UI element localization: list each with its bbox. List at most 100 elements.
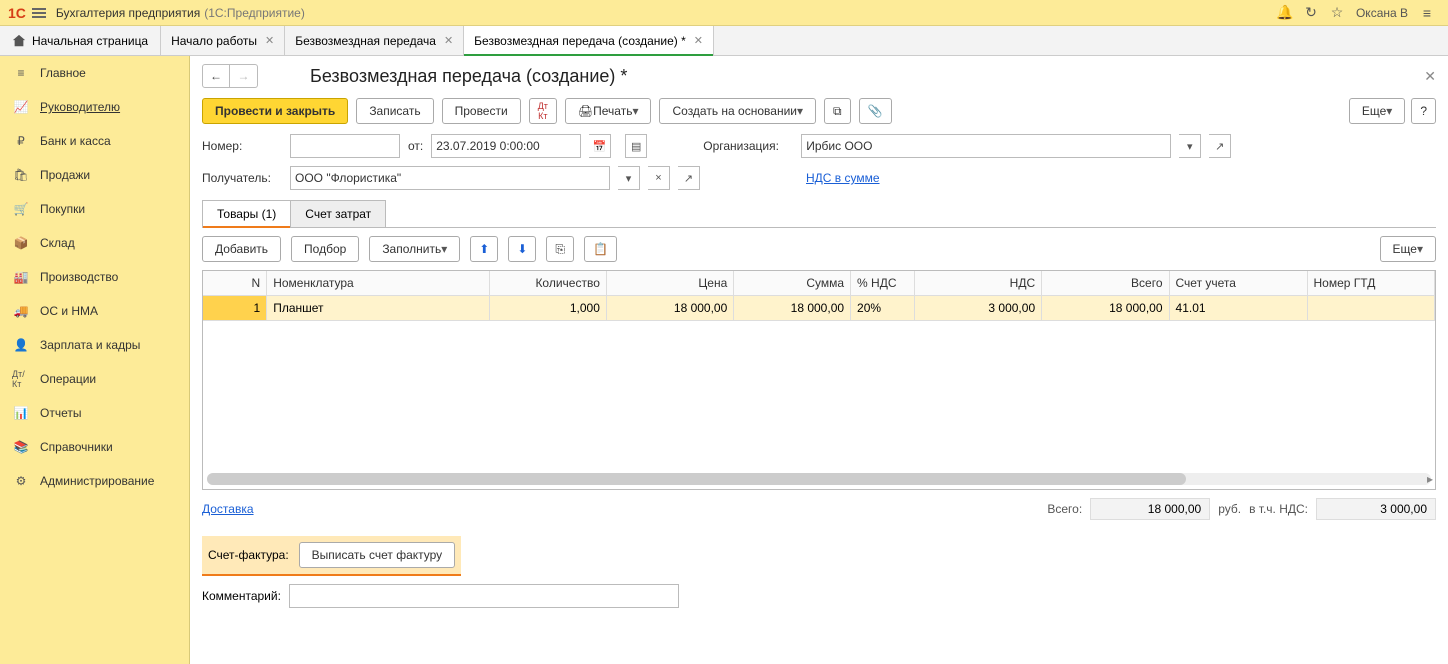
cell-sum[interactable]: 18 000,00 [734,296,851,321]
sidebar-item-main[interactable]: ≡Главное [0,56,189,90]
help-button[interactable]: ? [1411,98,1436,124]
vat-mode-link[interactable]: НДС в сумме [806,171,880,185]
tab-transfer[interactable]: Безвозмездная передача✕ [285,26,464,55]
nav-forward-button[interactable]: → [230,64,258,88]
sidebar-item-reports[interactable]: 📊Отчеты [0,396,189,430]
burger-icon[interactable] [32,8,46,18]
print-button[interactable]: 🖨 Печать [565,98,652,124]
sidebar-item-salary[interactable]: 👤Зарплата и кадры [0,328,189,362]
sidebar-item-bank[interactable]: ₽Банк и касса [0,124,189,158]
sidebar-item-operations[interactable]: Дт/КтОперации [0,362,189,396]
col-account[interactable]: Счет учета [1169,271,1307,296]
subtab-goods[interactable]: Товары (1) [202,200,291,227]
close-icon[interactable]: ✕ [694,34,703,47]
menu-icon: ≡ [12,65,30,81]
cell-gtd[interactable] [1307,296,1434,321]
dropdown-icon[interactable]: ▾ [618,166,640,190]
recipient-input[interactable]: ООО "Флористика" [290,166,610,190]
save-button[interactable]: Записать [356,98,433,124]
invoice-section: Счет-фактура: Выписать счет фактуру [202,536,461,576]
dtkt-button[interactable]: ДтКт [529,98,557,124]
star-icon[interactable]: ☆ [1328,4,1346,22]
col-total[interactable]: Всего [1042,271,1169,296]
table-more-button[interactable]: Еще [1380,236,1436,262]
date-input[interactable]: 23.07.2019 0:00:00 [431,134,581,158]
sidebar-item-purchases[interactable]: 🛒Покупки [0,192,189,226]
close-page-icon[interactable]: ✕ [1424,68,1436,85]
factory-icon: 🏭 [12,269,30,285]
org-input[interactable]: Ирбис ООО [801,134,1171,158]
sidebar-item-manager[interactable]: 📈Руководителю [0,90,189,124]
comment-input[interactable] [289,584,679,608]
col-gtd[interactable]: Номер ГТД [1307,271,1434,296]
attach-button[interactable]: 📎 [859,98,892,124]
fill-button[interactable]: Заполнить [369,236,460,262]
open-icon[interactable]: ↗ [1209,134,1231,158]
clear-icon[interactable]: × [648,166,670,190]
select-button[interactable]: Подбор [291,236,359,262]
cell-vat[interactable]: 3 000,00 [914,296,1041,321]
close-icon[interactable]: ✕ [444,34,453,47]
delivery-link[interactable]: Доставка [202,502,254,516]
tab-start[interactable]: Начало работы✕ [161,26,285,55]
tab-transfer-create[interactable]: Безвозмездная передача (создание) *✕ [464,26,714,55]
total-value: 18 000,00 [1090,498,1210,520]
number-input[interactable] [290,134,400,158]
history-icon[interactable]: ↻ [1302,4,1320,22]
cell-vatpct[interactable]: 20% [851,296,915,321]
doc-icon[interactable]: ▤ [625,134,647,158]
subtab-costs[interactable]: Счет затрат [290,200,386,227]
table-row[interactable]: 1 Планшет 1,000 18 000,00 18 000,00 20% … [203,296,1435,321]
cell-total[interactable]: 18 000,00 [1042,296,1169,321]
bars-icon: 📊 [12,405,30,421]
cell-qty[interactable]: 1,000 [490,296,607,321]
tab-home[interactable]: Начальная страница [0,26,161,55]
post-button[interactable]: Провести [442,98,521,124]
col-qty[interactable]: Количество [490,271,607,296]
write-invoice-button[interactable]: Выписать счет фактуру [299,542,456,568]
paste-button[interactable]: 📋 [584,236,617,262]
post-and-close-button[interactable]: Провести и закрыть [202,98,348,124]
col-nomen[interactable]: Номенклатура [267,271,490,296]
app-title: Бухгалтерия предприятия [56,6,200,20]
col-price[interactable]: Цена [606,271,733,296]
dtkt-icon: Дт/Кт [12,371,30,387]
col-vatpct[interactable]: % НДС [851,271,915,296]
recipient-label: Получатель: [202,171,282,185]
sidebar-item-refs[interactable]: 📚Справочники [0,430,189,464]
settings-icon[interactable]: ≡ [1418,4,1436,22]
structure-button[interactable]: ⧉ [824,98,851,124]
sidebar-item-assets[interactable]: 🚚ОС и НМА [0,294,189,328]
nav-back-button[interactable]: ← [202,64,230,88]
logo-1c: 1C [8,5,26,21]
cell-n[interactable]: 1 [203,296,267,321]
cell-account[interactable]: 41.01 [1169,296,1307,321]
calendar-icon[interactable]: 📅 [589,134,611,158]
sidebar-item-production[interactable]: 🏭Производство [0,260,189,294]
col-vat[interactable]: НДС [914,271,1041,296]
more-button[interactable]: Еще [1349,98,1405,124]
horizontal-scrollbar[interactable]: ▸ [207,473,1431,485]
sidebar-item-sales[interactable]: 🛍Продажи [0,158,189,192]
ruble-icon: ₽ [12,133,30,149]
book-icon: 📚 [12,439,30,455]
bell-icon[interactable]: 🔔 [1276,4,1294,22]
col-sum[interactable]: Сумма [734,271,851,296]
add-row-button[interactable]: Добавить [202,236,281,262]
username[interactable]: Оксана В [1356,6,1408,20]
dropdown-icon[interactable]: ▾ [1179,134,1201,158]
move-down-button[interactable]: ⬇ [508,236,536,262]
cell-nomen[interactable]: Планшет [267,296,490,321]
chart-icon: 📈 [12,99,30,115]
sidebar-item-warehouse[interactable]: 📦Склад [0,226,189,260]
copy-button[interactable]: ⎘ [546,236,574,262]
open-icon[interactable]: ↗ [678,166,700,190]
move-up-button[interactable]: ⬆ [470,236,498,262]
cell-price[interactable]: 18 000,00 [606,296,733,321]
titlebar: 1C Бухгалтерия предприятия (1С:Предприят… [0,0,1448,26]
sidebar-item-admin[interactable]: ⚙Администрирование [0,464,189,498]
col-n[interactable]: N [203,271,267,296]
page-title: Безвозмездная передача (создание) * [310,66,627,87]
close-icon[interactable]: ✕ [265,34,274,47]
create-based-button[interactable]: Создать на основании [659,98,816,124]
